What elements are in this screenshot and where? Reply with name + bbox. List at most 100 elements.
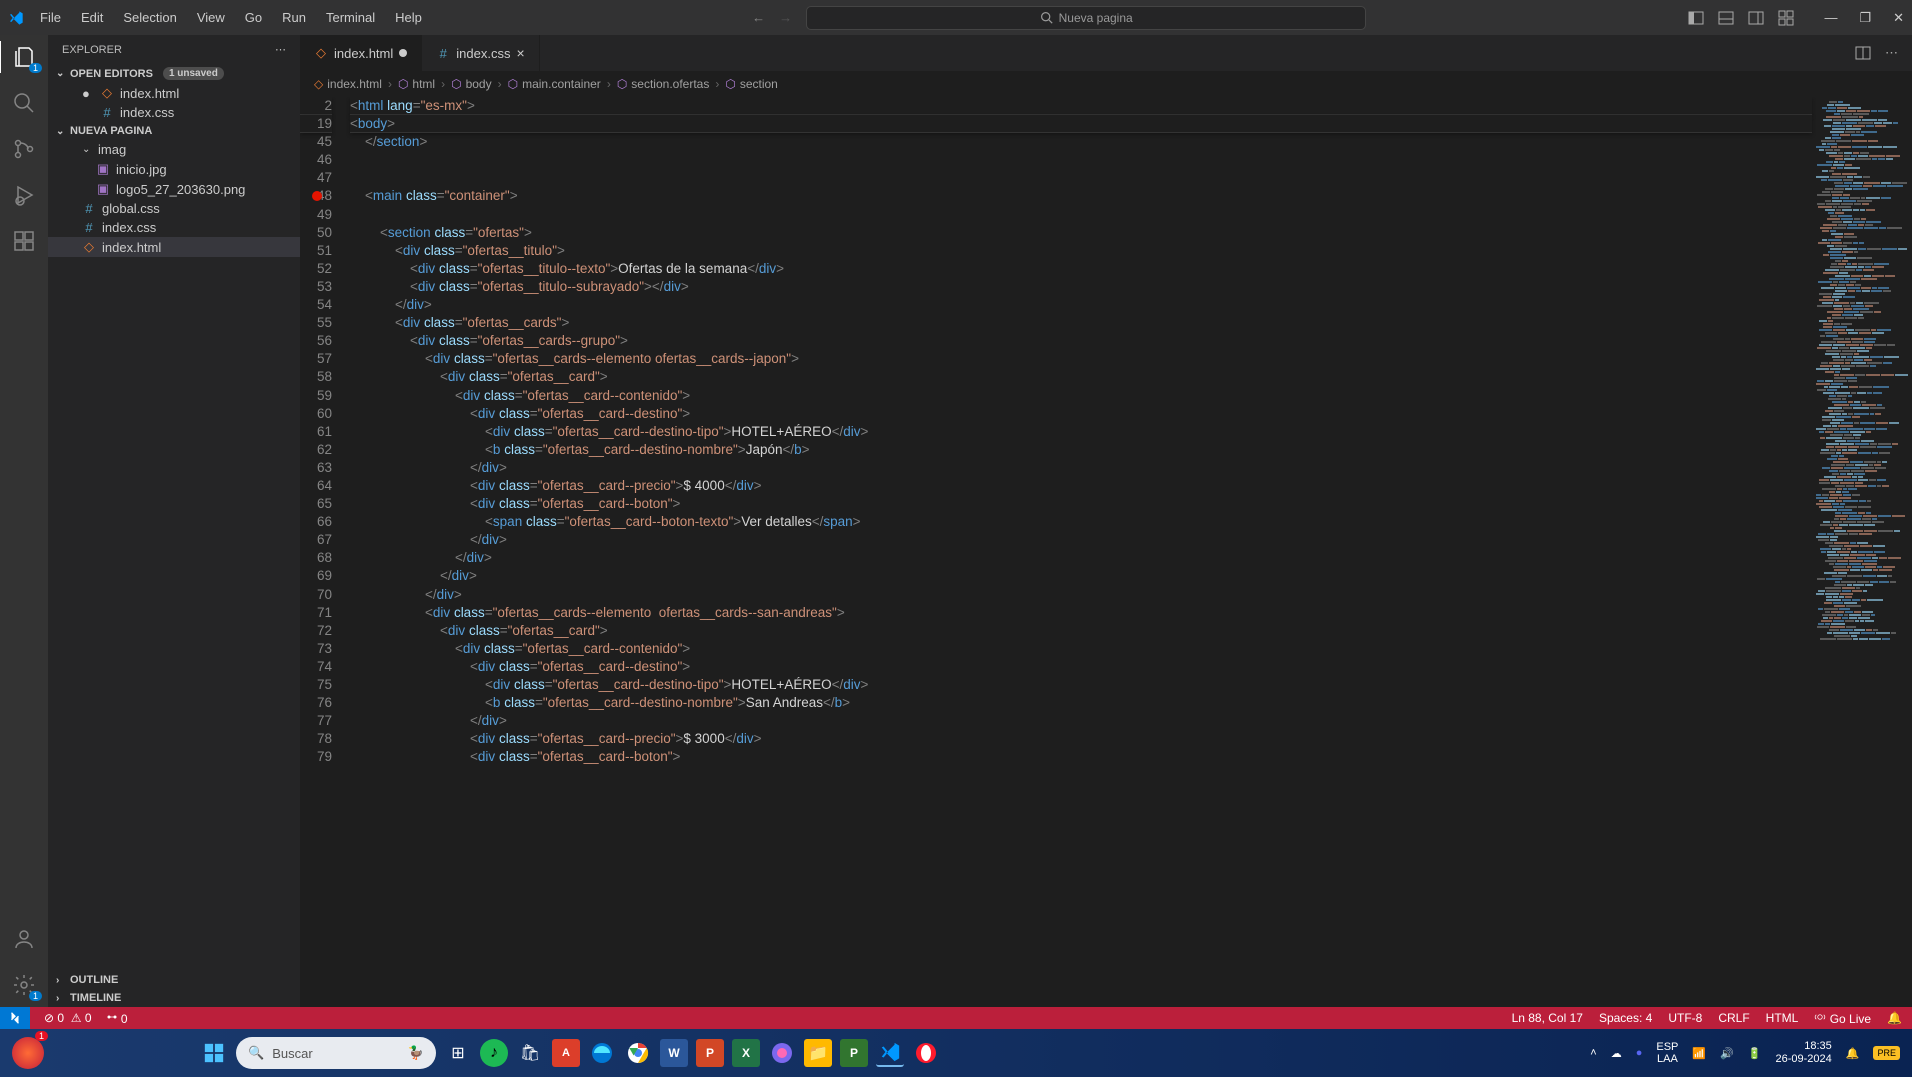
wifi-icon[interactable]: 📶 [1692,1047,1706,1060]
workspace-header[interactable]: ⌄ NUEVA PAGINA [48,122,300,140]
menu-view[interactable]: View [189,6,233,29]
start-button[interactable] [200,1039,228,1067]
open-editor-item[interactable]: ●◇index.html [48,83,300,103]
clock[interactable]: 18:3526-09-2024 [1776,1040,1832,1066]
menu-edit[interactable]: Edit [73,6,111,29]
microsoft-store-icon[interactable]: 🛍 [516,1039,544,1067]
status-eol[interactable]: CRLF [1718,1011,1749,1026]
chrome-icon[interactable] [624,1039,652,1067]
search-icon [1040,11,1053,24]
breadcrumb-item[interactable]: ⬡ body [451,77,492,91]
status-bell-icon[interactable]: 🔔 [1887,1011,1902,1026]
timeline-header[interactable]: ›TIMELINE [48,989,300,1007]
file-item[interactable]: ◇index.html [48,237,300,257]
word-icon[interactable]: W [660,1039,688,1067]
taskbar-search[interactable]: 🔍 Buscar 🦆 [236,1037,436,1069]
status-ports[interactable]: 0 [106,1011,128,1026]
file-item[interactable]: ▣logo5_27_203630.png [48,179,300,199]
status-spaces[interactable]: Spaces: 4 [1599,1011,1652,1026]
code-editor[interactable]: <html lang="es-mx"><body> </section> <ma… [350,97,1812,1007]
project-icon[interactable]: P [840,1039,868,1067]
settings-gear-icon[interactable]: 1 [12,973,36,997]
maximize-button[interactable]: ❐ [1859,10,1871,26]
explorer-sidebar: EXPLORER ⋯ ⌄ OPEN EDITORS 1 unsaved ●◇in… [48,35,300,1007]
run-debug-icon[interactable] [12,183,36,207]
explorer-title: EXPLORER [62,44,122,56]
extensions-icon[interactable] [12,229,36,253]
breadcrumb-item[interactable]: ⬡ html [398,77,435,91]
status-cursor[interactable]: Ln 88, Col 17 [1512,1011,1583,1026]
editor-area: ◇index.html#index.css× ⋯ ◇ index.html›⬡ h… [300,35,1912,1007]
menu-terminal[interactable]: Terminal [318,6,383,29]
nav-forward-icon[interactable]: → [779,10,792,25]
line-gutter[interactable]: 2194546474849505152535455565758596061626… [300,97,350,1007]
command-center[interactable]: Nueva pagina [806,6,1366,30]
activity-bar: 1 1 [0,35,48,1007]
editor-tab[interactable]: #index.css× [422,35,539,71]
menu-run[interactable]: Run [274,6,314,29]
taskbar-weather-icon[interactable]: 1 [12,1037,44,1069]
onedrive-icon[interactable]: ☁ [1611,1047,1622,1060]
outline-header[interactable]: ›OUTLINE [48,971,300,989]
remote-indicator[interactable] [0,1007,30,1029]
file-item[interactable]: #global.css [48,199,300,218]
powerpoint-icon[interactable]: P [696,1039,724,1067]
status-golive[interactable]: Go Live [1814,1011,1871,1026]
vscode-icon [8,10,32,26]
windows-taskbar: 1 🔍 Buscar 🦆 ⊞ ♪ 🛍 A W P X 📁 P ˄ ☁ ● ESP… [0,1029,1912,1077]
copilot-icon[interactable] [768,1039,796,1067]
editor-tabs: ◇index.html#index.css× ⋯ [300,35,1912,71]
breadcrumb-item[interactable]: ⬡ section.ofertas [617,77,710,91]
task-view-icon[interactable]: ⊞ [444,1039,472,1067]
tray-app-icon[interactable]: ● [1636,1047,1643,1059]
status-errors[interactable]: ⊘ 0 ⚠ 0 [44,1011,92,1025]
excel-icon[interactable]: X [732,1039,760,1067]
battery-icon[interactable]: 🔋 [1748,1047,1762,1060]
accounts-icon[interactable] [12,927,36,951]
edge-icon[interactable] [588,1039,616,1067]
source-control-icon[interactable] [12,137,36,161]
layout-panel-icon[interactable] [1718,10,1734,26]
language-indicator[interactable]: ESPLAA [1656,1041,1678,1065]
open-editor-item[interactable]: #index.css [48,103,300,122]
minimize-button[interactable]: — [1824,10,1837,26]
file-item[interactable]: ▣inicio.jpg [48,159,300,179]
file-item[interactable]: #index.css [48,218,300,237]
open-editors-header[interactable]: ⌄ OPEN EDITORS 1 unsaved [48,64,300,83]
file-explorer-icon[interactable]: 📁 [804,1039,832,1067]
spotify-icon[interactable]: ♪ [480,1039,508,1067]
folder-imag[interactable]: ⌄ imag [48,140,300,159]
layout-sidebar-right-icon[interactable] [1748,10,1764,26]
breadcrumb-item[interactable]: ⬡ main.container [508,77,601,91]
nav-back-icon[interactable]: ← [752,10,765,25]
menu-help[interactable]: Help [387,6,430,29]
more-actions-icon[interactable]: ⋯ [1885,45,1898,61]
tray-extra-icon[interactable]: PRE [1873,1046,1900,1060]
menu-selection[interactable]: Selection [115,6,184,29]
menu-go[interactable]: Go [237,6,270,29]
status-bar: ⊘ 0 ⚠ 0 0 Ln 88, Col 17 Spaces: 4 UTF-8 … [0,1007,1912,1029]
notification-bell-icon[interactable]: 🔔 [1846,1047,1860,1060]
close-button[interactable]: ✕ [1893,10,1904,26]
acrobat-icon[interactable]: A [552,1039,580,1067]
search-icon: 🔍 [248,1045,264,1061]
search-placeholder: Nueva pagina [1059,11,1133,25]
search-panel-icon[interactable] [12,91,36,115]
breadcrumb-item[interactable]: ◇ index.html [314,77,382,91]
opera-icon[interactable] [912,1039,940,1067]
status-language[interactable]: HTML [1766,1011,1799,1026]
split-editor-icon[interactable] [1855,45,1871,61]
layout-customize-icon[interactable] [1778,10,1794,26]
minimap[interactable] [1812,97,1912,1007]
menu-file[interactable]: File [32,6,69,29]
tray-chevron-icon[interactable]: ˄ [1590,1047,1596,1059]
explorer-icon[interactable]: 1 [12,45,36,69]
editor-tab[interactable]: ◇index.html [300,35,422,71]
breadcrumb[interactable]: ◇ index.html›⬡ html›⬡ body›⬡ main.contai… [300,71,1912,97]
volume-icon[interactable]: 🔊 [1720,1047,1734,1060]
status-encoding[interactable]: UTF-8 [1668,1011,1702,1026]
breadcrumb-item[interactable]: ⬡ section [725,77,778,91]
vscode-taskbar-icon[interactable] [876,1039,904,1067]
layout-sidebar-left-icon[interactable] [1688,10,1704,26]
explorer-more-icon[interactable]: ⋯ [275,43,286,56]
